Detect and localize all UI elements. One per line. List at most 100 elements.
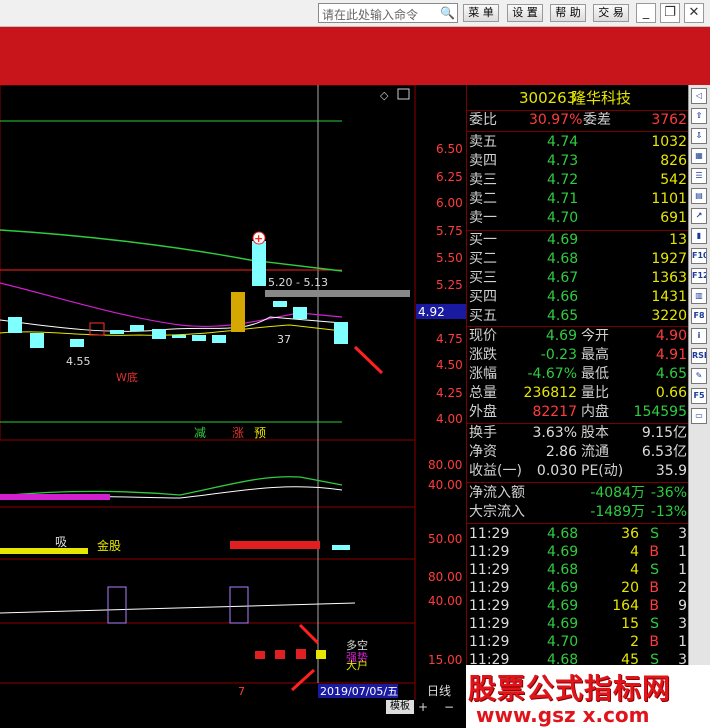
- stat-label: 现价: [469, 328, 497, 344]
- watermark-url: www.gsz x.com: [476, 703, 650, 727]
- axis-tick: 4.75: [436, 332, 463, 346]
- close-icon[interactable]: ✕: [684, 3, 704, 23]
- signal-rise: 涨: [232, 425, 244, 440]
- grid-icon[interactable]: ▦: [691, 148, 707, 164]
- tick-price: 4.69: [547, 598, 579, 614]
- down-icon[interactable]: ⇩: [691, 128, 707, 144]
- axis-tick: 40.00: [428, 594, 462, 608]
- tick-time: 11:29: [469, 616, 510, 632]
- tick-time: 11:29: [469, 562, 510, 578]
- tick-side: B: [649, 634, 659, 650]
- bid-row: 买三 4.67 1363: [467, 269, 689, 288]
- restore-icon[interactable]: ❐: [660, 3, 680, 23]
- zoom-in-button[interactable]: +: [418, 700, 432, 714]
- ask-label: 卖二: [469, 191, 497, 207]
- bid-label: 买四: [469, 289, 497, 305]
- tick-count: 9: [678, 598, 687, 614]
- ask-volume: 1032: [651, 134, 687, 150]
- template-button[interactable]: 模板: [386, 700, 414, 714]
- kline-chart[interactable]: ◇ + 5.20 - 5.13 4.55 37 W底 减 涨 预 6.50 6.…: [0, 84, 466, 728]
- stat-label: PE(动): [581, 463, 624, 479]
- axis-tick: 50.00: [428, 532, 462, 546]
- stat-value: 9.15亿: [641, 425, 687, 441]
- tick-time: 11:29: [469, 526, 510, 542]
- menu-button[interactable]: 菜 单: [463, 4, 499, 22]
- flow-row: 净流入额 -4084万 -36%: [467, 484, 689, 503]
- x-tick: 7: [238, 685, 245, 698]
- tick-price: 4.69: [547, 616, 579, 632]
- tick-side: S: [650, 616, 659, 632]
- stat-label: 内盘: [581, 404, 609, 420]
- tick-row: 11:29 4.70 2 B 1: [467, 633, 689, 652]
- bar-chart-icon[interactable]: ▮: [691, 228, 707, 244]
- f10-icon[interactable]: F10: [691, 248, 707, 264]
- bid-row: 买五 4.65 3220: [467, 307, 689, 326]
- price-axis: 6.50 6.25 6.00 5.75 5.50 5.25 4.75 4.50 …: [436, 142, 463, 426]
- flow-row: 大宗流入 -1489万 -13%: [467, 503, 689, 522]
- up-icon[interactable]: ⇧: [691, 108, 707, 124]
- stat-value: 0.66: [655, 385, 687, 401]
- tick-price: 4.70: [547, 634, 579, 650]
- bid-volume: 1363: [651, 270, 687, 286]
- maximize-panel-icon: [397, 88, 410, 100]
- f12-icon[interactable]: F12: [691, 268, 707, 284]
- pen-icon[interactable]: ✎: [691, 368, 707, 384]
- ask-volume: 1101: [651, 191, 687, 207]
- stat-value: 4.65: [655, 366, 687, 382]
- trade-button[interactable]: 交 易: [593, 4, 629, 22]
- monitor-icon[interactable]: ▭: [691, 408, 707, 424]
- stat-value: 4.91: [655, 347, 687, 363]
- count-label: 37: [277, 333, 291, 346]
- w-bottom-label: W底: [116, 370, 138, 384]
- stock-name: 隆华科技: [571, 89, 632, 107]
- stat-row: 总量 236812 量比 0.66: [467, 384, 689, 403]
- svg-text:+: +: [254, 232, 263, 245]
- flow-label: 大宗流入: [469, 504, 525, 520]
- stat-label: 流通: [581, 444, 609, 460]
- stat-value: -4.67%: [527, 366, 577, 382]
- chart-icon[interactable]: ▥: [691, 288, 707, 304]
- stat-value: 236812: [523, 385, 577, 401]
- trend-icon[interactable]: ↗: [691, 208, 707, 224]
- minimize-icon[interactable]: _: [636, 3, 656, 23]
- rsi-icon[interactable]: RSI: [691, 348, 707, 364]
- ask-row: 卖四 4.73 826: [467, 152, 689, 171]
- command-input[interactable]: 请在此处输入命令 🔍: [318, 3, 458, 23]
- table-icon[interactable]: ▤: [691, 188, 707, 204]
- search-icon[interactable]: 🔍: [440, 6, 455, 20]
- tick-time: 11:29: [469, 580, 510, 596]
- legend-long-short: 多空: [346, 638, 368, 652]
- info-icon[interactable]: i: [691, 328, 707, 344]
- tick-time: 11:29: [469, 598, 510, 614]
- stock-code: 300263: [519, 89, 577, 107]
- settings-button[interactable]: 设 置: [507, 4, 543, 22]
- stat-label: 收益(一): [469, 463, 522, 479]
- bid-volume: 3220: [651, 308, 687, 324]
- ask-label: 卖一: [469, 210, 497, 226]
- f8-icon[interactable]: F8: [691, 308, 707, 324]
- tick-row: 11:29 4.69 15 S 3: [467, 615, 689, 634]
- flow-label: 净流入额: [469, 485, 525, 501]
- stat-value: -0.23: [540, 347, 577, 363]
- tick-volume: 20: [621, 580, 639, 596]
- back-icon[interactable]: ◁: [691, 88, 707, 104]
- tick-price: 4.68: [547, 526, 579, 542]
- tick-time: 11:29: [469, 634, 510, 650]
- tick-volume: 4: [630, 562, 639, 578]
- low-label: 4.55: [66, 355, 91, 368]
- tick-row: 11:29 4.68 4 S 1: [467, 561, 689, 580]
- ask-price: 4.70: [547, 210, 579, 226]
- stat-row: 涨跌 -0.23 最高 4.91: [467, 346, 689, 365]
- f5-icon[interactable]: F5: [691, 388, 707, 404]
- help-button[interactable]: 帮 助: [550, 4, 586, 22]
- date-label: 2019/07/05/五: [320, 685, 398, 698]
- ask-label: 卖四: [469, 153, 497, 169]
- signal-reduce: 减: [194, 426, 206, 440]
- chart-svg: ◇ + 5.20 - 5.13 4.55 37 W底 减 涨 预 6.50 6.…: [0, 84, 466, 700]
- zoom-out-button[interactable]: −: [444, 700, 458, 714]
- stat-value: 82217: [532, 404, 577, 420]
- ask-price: 4.73: [547, 153, 579, 169]
- list-icon[interactable]: ☰: [691, 168, 707, 184]
- tick-count: 1: [678, 634, 687, 650]
- current-price-tag: 4.92: [418, 305, 445, 319]
